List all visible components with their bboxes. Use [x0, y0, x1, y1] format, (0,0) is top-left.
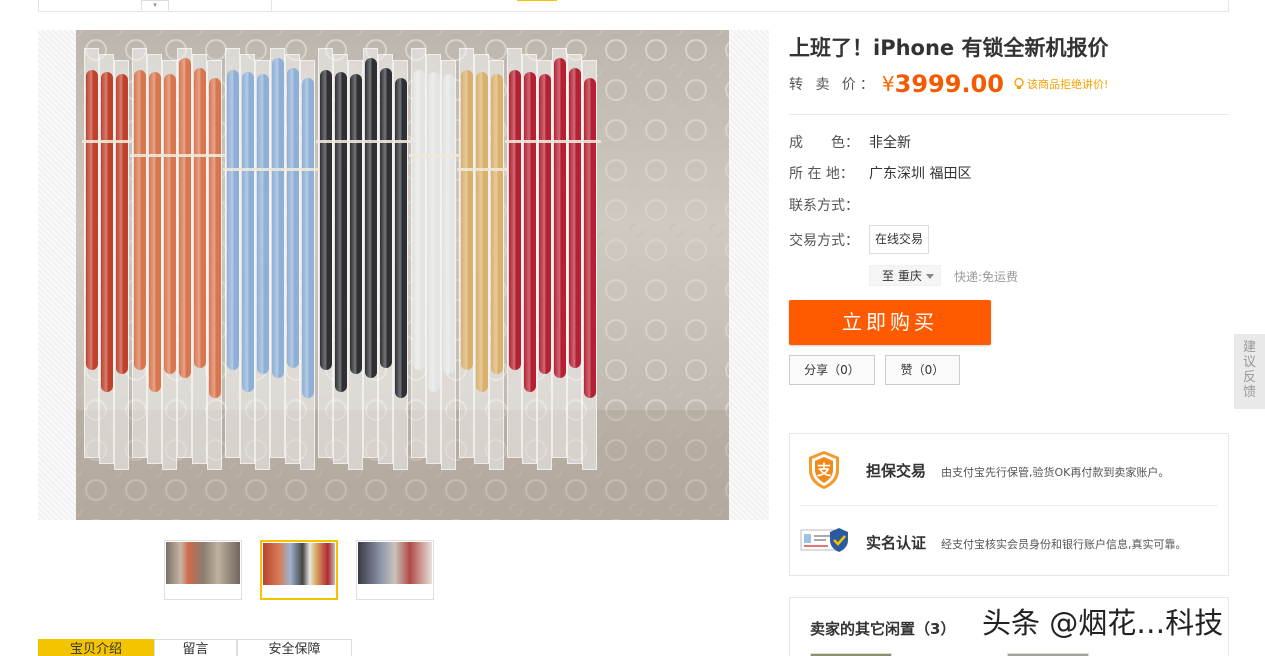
- phone-in-bag: [476, 72, 488, 392]
- phone-in-bag: [194, 68, 206, 368]
- thumbnail-image: [263, 543, 335, 585]
- shipping-destination: 至 重庆: [882, 269, 922, 283]
- phone-in-bag: [524, 72, 536, 392]
- phone-in-bag: [443, 74, 455, 374]
- price-row: 转 卖 价： ¥ 3999.00 该商品拒绝讲价!: [789, 70, 1108, 98]
- phone-in-bag: [116, 74, 128, 374]
- phone-in-bag: [179, 58, 191, 378]
- main-product-image[interactable]: [38, 30, 769, 520]
- divider: [789, 114, 1229, 115]
- location-value: 广东深圳 福田区: [869, 166, 972, 182]
- currency-symbol: ¥: [881, 72, 895, 96]
- detail-tabs: 宝贝介绍 留言 安全保障: [38, 639, 352, 656]
- realname-row: 实名认证 经支付宝核实会员身份和银行账户信息,真实可靠。: [790, 512, 1230, 572]
- phone-in-bag: [335, 72, 347, 392]
- condition-label: 成 色：: [789, 135, 859, 151]
- phone-in-bag: [569, 68, 581, 368]
- phone-in-bag: [242, 72, 254, 392]
- phone-in-bag: [350, 74, 362, 374]
- tab-comments[interactable]: 留言: [154, 639, 237, 656]
- phone-in-bag: [272, 58, 284, 378]
- phone-in-bag: [209, 78, 221, 398]
- phone-in-bag: [227, 70, 239, 370]
- rubber-band: [316, 140, 412, 143]
- phone-in-bag: [554, 58, 566, 378]
- seller-other-title: 卖家的其它闲置（3）: [810, 620, 956, 638]
- phone-in-bag: [86, 70, 98, 370]
- phone-in-bag: [461, 70, 473, 370]
- thumbnail-1[interactable]: [164, 540, 242, 600]
- alipay-shield-icon: 支: [809, 451, 839, 489]
- trade-method-label: 交易方式：: [789, 233, 859, 249]
- phone-in-bag: [101, 72, 113, 392]
- product-photo: [76, 30, 729, 520]
- phone-in-bag: [509, 70, 521, 370]
- phone-in-bag: [149, 72, 161, 392]
- security-panel: 支 担保交易 由支付宝先行保管,验货OK再付款到卖家账户。 实名认证 经支付宝核…: [789, 433, 1229, 576]
- price-value: 3999.00: [894, 70, 1004, 98]
- phone-in-bag: [413, 70, 425, 370]
- top-search-bar: ▾: [38, 0, 1229, 12]
- phone-in-bag: [395, 78, 407, 398]
- rubber-band: [409, 154, 460, 157]
- thumbnail-3[interactable]: [356, 540, 434, 600]
- guarantee-desc: 由支付宝先行保管,验货OK再付款到卖家账户。: [941, 466, 1170, 479]
- id-verified-icon: [800, 528, 848, 552]
- phone-in-bag: [539, 74, 551, 374]
- phone-in-bag: [134, 70, 146, 370]
- realname-title: 实名认证: [866, 534, 927, 552]
- page: ▾ 上班了！iPhone 有锁全新机报价 转 卖 价： ¥ 3999.00 该商…: [0, 0, 1265, 656]
- feedback-char: 馈: [1242, 385, 1256, 400]
- thumbnail-image: [166, 542, 240, 584]
- like-button[interactable]: 赞（0）: [885, 355, 960, 385]
- shipping-fee-note: 快递:免运费: [954, 270, 1019, 284]
- phone-in-bag: [428, 72, 440, 392]
- thumbnail-image: [358, 542, 432, 584]
- phone-in-bag: [584, 78, 596, 398]
- no-bargain-note: 该商品拒绝讲价!: [1014, 76, 1108, 92]
- guarantee-trade-row: 支 担保交易 由支付宝先行保管,验货OK再付款到卖家账户。: [790, 442, 1230, 502]
- chevron-down-icon: ▾: [153, 1, 157, 9]
- guarantee-title: 担保交易: [866, 462, 927, 480]
- thumbnail-2[interactable]: [260, 540, 338, 600]
- condition-value: 非全新: [869, 135, 911, 151]
- lightbulb-icon: [1014, 78, 1024, 89]
- feedback-button[interactable]: 建 议 反 馈: [1234, 334, 1265, 409]
- phone-in-bag: [164, 74, 176, 374]
- rubber-band: [82, 140, 133, 143]
- feedback-char: 议: [1242, 355, 1256, 370]
- trade-method-option[interactable]: 在线交易: [869, 225, 929, 254]
- shipping-destination-select[interactable]: 至 重庆: [869, 265, 941, 286]
- rubber-band: [223, 168, 319, 171]
- chevron-down-icon: [926, 274, 934, 279]
- price-label: 转 卖 价：: [789, 77, 878, 93]
- no-bargain-text: 该商品拒绝讲价!: [1026, 78, 1109, 91]
- tab-item-intro[interactable]: 宝贝介绍: [38, 639, 154, 656]
- rubber-band: [130, 154, 226, 157]
- phone-in-bag: [287, 68, 299, 368]
- buy-now-button[interactable]: 立即购买: [789, 300, 991, 345]
- phone-in-bag: [380, 68, 392, 368]
- phone-in-bag: [365, 58, 377, 378]
- phone-in-bag: [257, 74, 269, 374]
- watermark: 头条 @烟花…科技: [982, 606, 1224, 640]
- rubber-band: [457, 168, 508, 171]
- realname-desc: 经支付宝核实会员身份和银行账户信息,真实可靠。: [941, 538, 1187, 551]
- divider: [800, 505, 1218, 506]
- feedback-char: 反: [1242, 370, 1256, 385]
- guarantee-icon-char: 支: [816, 462, 832, 479]
- phone-in-bag: [491, 74, 503, 374]
- tab-security[interactable]: 安全保障: [237, 639, 352, 656]
- category-dropdown[interactable]: ▾: [141, 0, 169, 10]
- highlight-badge: [517, 0, 557, 1]
- rubber-band: [505, 140, 601, 143]
- phone-in-bag: [320, 70, 332, 370]
- phone-in-bag: [302, 78, 314, 398]
- share-button[interactable]: 分享（0）: [789, 355, 875, 385]
- contact-label: 联系方式：: [789, 198, 859, 214]
- location-label: 所 在 地：: [789, 166, 854, 182]
- product-title: 上班了！iPhone 有锁全新机报价: [789, 36, 1109, 60]
- divider: [271, 0, 272, 11]
- feedback-char: 建: [1242, 340, 1256, 355]
